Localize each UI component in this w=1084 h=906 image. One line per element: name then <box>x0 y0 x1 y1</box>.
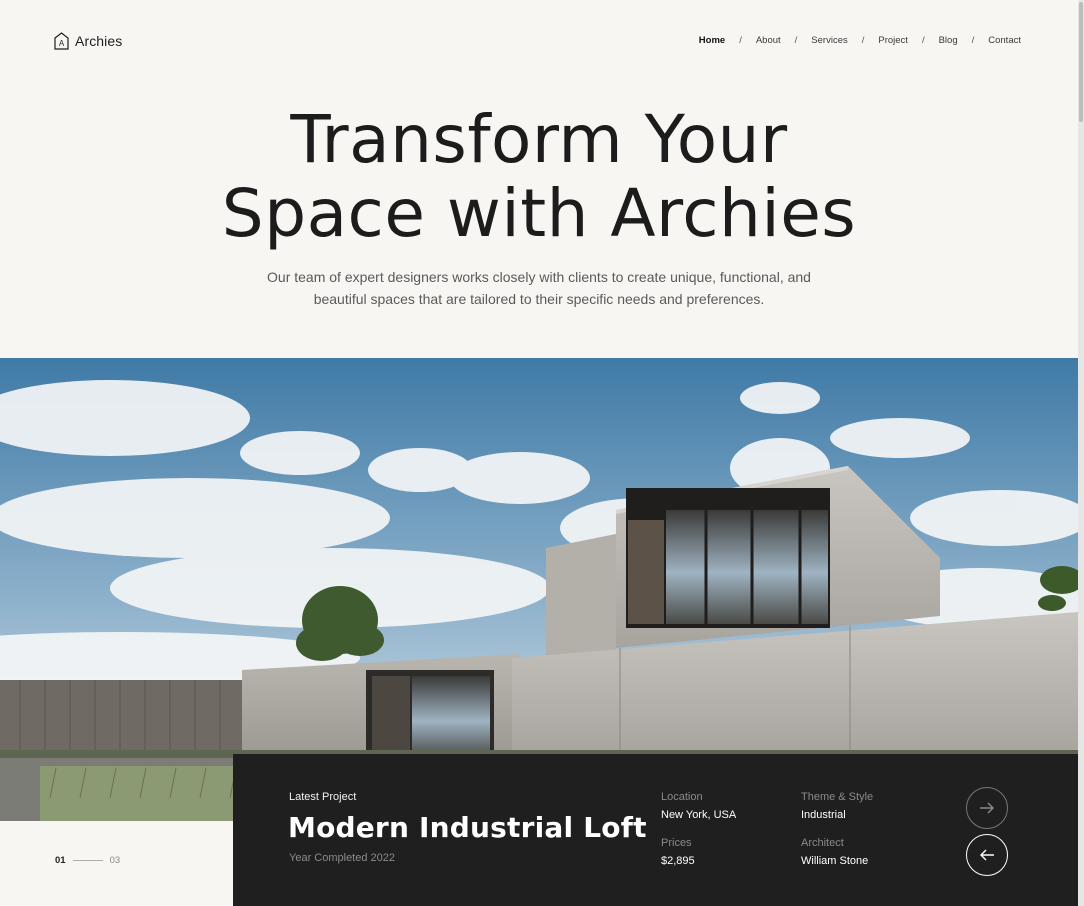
brand-logo[interactable]: A Archies <box>54 32 122 50</box>
hero-subtitle-line-1: Our team of expert designers works close… <box>267 269 811 285</box>
meta-location: Location New York, USA <box>661 791 736 821</box>
pager-current: 01 <box>55 855 66 866</box>
next-slide-button[interactable] <box>966 787 1008 829</box>
nav-item-services[interactable]: Services <box>811 35 847 46</box>
prices-value: $2,895 <box>661 855 695 867</box>
nav-item-about[interactable]: About <box>756 35 781 46</box>
prices-label: Prices <box>661 837 692 849</box>
page-scrollbar[interactable] <box>1078 0 1084 906</box>
architect-label: Architect <box>801 837 844 849</box>
project-eyebrow: Latest Project <box>289 791 357 803</box>
hero-subtitle: Our team of expert designers works close… <box>0 266 1078 310</box>
meta-architect: Architect William Stone <box>801 837 868 867</box>
nav-item-contact[interactable]: Contact <box>988 35 1021 46</box>
hero-title: Transform Your Space with Archies <box>0 103 1078 251</box>
nav-separator: / <box>739 35 742 46</box>
meta-prices: Prices $2,895 <box>661 837 695 867</box>
nav-item-home[interactable]: Home <box>699 35 725 46</box>
nav-separator: / <box>794 35 798 46</box>
nav-item-project[interactable]: Project <box>878 35 908 46</box>
meta-theme: Theme & Style Industrial <box>801 791 873 821</box>
nav-separator: / <box>861 35 865 46</box>
theme-value: Industrial <box>801 809 846 821</box>
nav-separator: / <box>921 35 925 46</box>
hero-title-line-1: Transform Your <box>290 101 788 178</box>
project-title: Modern Industrial Loft <box>288 811 647 844</box>
svg-text:A: A <box>59 39 65 48</box>
brand-name: Archies <box>75 33 123 49</box>
location-value: New York, USA <box>661 809 737 821</box>
pager-total: 03 <box>109 855 121 866</box>
arrow-right-icon <box>980 802 994 814</box>
main-nav: Home / About / Services / Project / Blog… <box>699 35 1021 46</box>
nav-item-blog[interactable]: Blog <box>939 35 958 46</box>
theme-label: Theme & Style <box>801 791 874 803</box>
logo-icon: A <box>54 32 69 50</box>
hero-subtitle-line-2: beautiful spaces that are tailored to th… <box>313 291 765 307</box>
project-year: Year Completed 2022 <box>289 852 396 864</box>
slide-pager: 01 03 <box>55 855 120 866</box>
nav-separator: / <box>971 35 975 46</box>
hero-title-line-2: Space with Archies <box>221 175 857 252</box>
location-label: Location <box>661 791 703 803</box>
latest-project-panel: Latest Project Modern Industrial Loft Ye… <box>233 754 1078 906</box>
arrow-left-icon <box>980 849 994 861</box>
architect-value: William Stone <box>801 855 869 867</box>
page: A Archies Home / About / Services / Proj… <box>0 0 1084 906</box>
pager-line <box>72 860 103 861</box>
prev-slide-button[interactable] <box>966 834 1008 876</box>
